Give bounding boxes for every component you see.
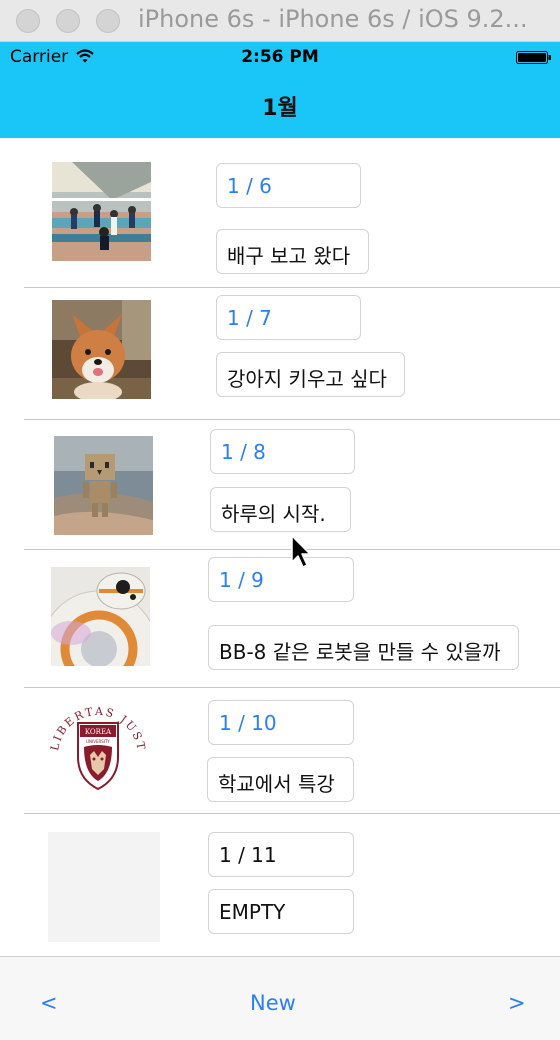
emblem-shield-subtext: UNIVERSITY [86, 739, 110, 744]
window-title: iPhone 6s - iPhone 6s / iOS 9.2... [138, 5, 528, 33]
danbo-figure-photo [54, 436, 153, 535]
bottom-toolbar: < New > [0, 956, 560, 1040]
battery-icon [516, 51, 551, 64]
list-item[interactable]: 1 / 11 EMPTY [0, 814, 560, 956]
date-field[interactable]: 1 / 6 [216, 163, 361, 208]
emblem-shield-text: KOREA [85, 728, 112, 736]
month-title: 1월 [262, 96, 298, 121]
memo-field[interactable]: EMPTY [208, 889, 354, 934]
memo-field[interactable]: 강아지 키우고 싶다 [216, 352, 405, 397]
bb8-robot-photo [51, 567, 150, 666]
date-field[interactable]: 1 / 7 [216, 295, 361, 340]
memo-field[interactable]: 학교에서 특강 [207, 757, 354, 802]
previous-month-button[interactable]: < [40, 991, 58, 1015]
next-month-button[interactable]: > [508, 991, 526, 1015]
minimize-window-button[interactable] [56, 9, 80, 33]
new-entry-button[interactable]: New [250, 991, 296, 1015]
date-field[interactable]: 1 / 9 [208, 557, 354, 602]
volleyball-photo [52, 162, 151, 261]
simulator-title-bar: iPhone 6s - iPhone 6s / iOS 9.2... [0, 0, 560, 42]
navigation-bar: 1월 [0, 72, 560, 138]
diary-list[interactable]: 1 / 6 배구 보고 왔다 1 / 7 강아지 키우고 싶다 1 / 8 하루… [0, 138, 560, 956]
date-field[interactable]: 1 / 10 [208, 700, 354, 745]
corgi-puppy-photo [52, 300, 151, 399]
list-item[interactable]: 1 / 8 하루의 시작. [0, 420, 560, 549]
memo-field[interactable]: BB-8 같은 로봇을 만들 수 있을까 [208, 625, 519, 670]
zoom-window-button[interactable] [96, 9, 120, 33]
korea-university-emblem: LIBERTAS JUSTITIA VERITAS KOREA UNIVERSI… [48, 699, 148, 803]
memo-field[interactable]: 하루의 시작. [210, 487, 351, 532]
list-item[interactable]: 1 / 6 배구 보고 왔다 [0, 138, 560, 287]
empty-image-placeholder [48, 832, 160, 942]
date-field[interactable]: 1 / 11 [208, 832, 354, 877]
list-item[interactable]: 1 / 9 BB-8 같은 로봇을 만들 수 있을까 [0, 550, 560, 687]
list-item[interactable]: 1 / 7 강아지 키우고 싶다 [0, 288, 560, 419]
memo-field[interactable]: 배구 보고 왔다 [216, 229, 369, 274]
date-field[interactable]: 1 / 8 [210, 429, 355, 474]
close-window-button[interactable] [16, 9, 40, 33]
status-time: 2:56 PM [241, 47, 319, 67]
list-item[interactable]: LIBERTAS JUSTITIA VERITAS KOREA UNIVERSI… [0, 688, 560, 813]
mouse-cursor-icon [291, 535, 311, 568]
status-bar: Carrier 2:56 PM [0, 42, 560, 72]
